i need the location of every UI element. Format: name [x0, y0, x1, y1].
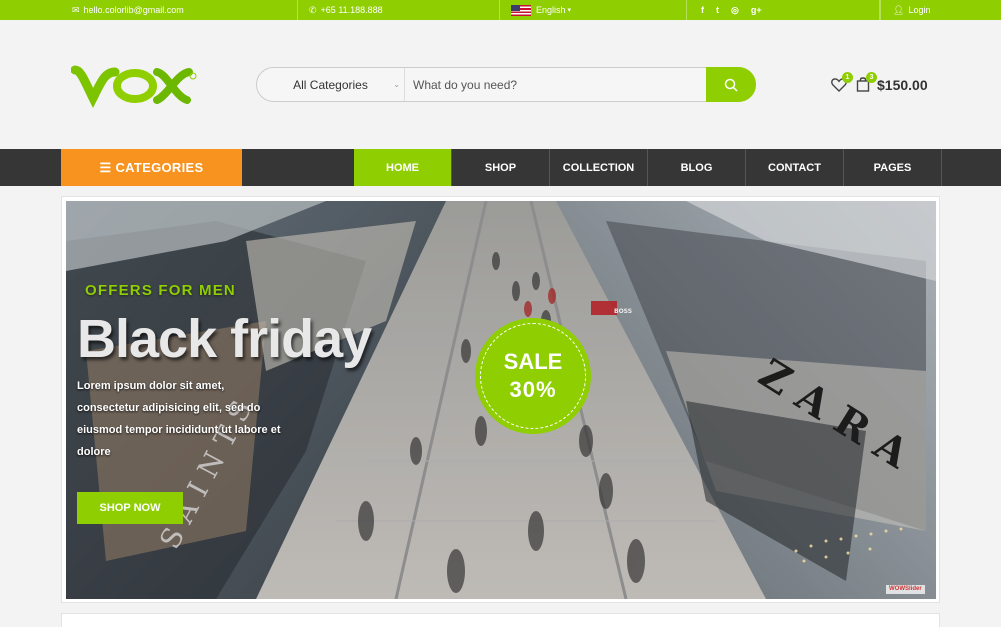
- cart-count-badge: 3: [866, 72, 877, 83]
- search-button[interactable]: [706, 67, 756, 102]
- google-plus-icon[interactable]: g+: [751, 5, 762, 15]
- header: All Categories ⌄ 1 3 $150.00: [0, 20, 1001, 149]
- next-section: [61, 613, 940, 627]
- hero-subtitle: OFFERS FOR MEN: [85, 282, 236, 299]
- nav-menu: HOME SHOP COLLECTION BLOG CONTACT PAGES: [354, 149, 942, 186]
- menu-icon: ☰: [99, 159, 112, 175]
- search-icon: [724, 78, 738, 92]
- email-text: hello.colorlib@gmail.com: [83, 5, 184, 15]
- chevron-down-icon: ⌄: [393, 80, 400, 89]
- nav-item-collection[interactable]: COLLECTION: [550, 149, 648, 186]
- sale-label: SALE: [503, 349, 563, 374]
- us-flag-icon: [511, 4, 531, 16]
- hero-description: Lorem ipsum dolor sit amet, consectetur …: [77, 380, 281, 458]
- cart-total[interactable]: $150.00: [877, 77, 928, 93]
- wishlist-count-badge: 1: [842, 72, 853, 83]
- hero-slider[interactable]: ZARA SAINTS BOSS OFFERS FOR MEN Black fr…: [66, 201, 936, 599]
- instagram-icon[interactable]: ◎: [731, 5, 739, 16]
- categories-label: CATEGORIES: [115, 160, 204, 175]
- site-logo[interactable]: [70, 62, 201, 110]
- main-nav: ☰ CATEGORIES HOME SHOP COLLECTION BLOG C…: [0, 149, 1001, 186]
- slider-watermark: WOWSlider: [886, 585, 925, 594]
- nav-item-shop[interactable]: SHOP: [452, 149, 550, 186]
- shop-now-button[interactable]: SHOP NOW: [77, 492, 183, 524]
- chevron-down-icon: ▾: [567, 7, 572, 14]
- phone-contact[interactable]: ✆ +65 11.188.888: [298, 0, 500, 20]
- phone-text: +65 11.188.888: [320, 5, 383, 15]
- nav-item-pages[interactable]: PAGES: [844, 149, 942, 186]
- sale-badge: SALE 30%: [475, 318, 591, 434]
- user-icon: 👤︎: [893, 4, 905, 15]
- search-input[interactable]: [413, 68, 703, 101]
- categories-button[interactable]: ☰ CATEGORIES: [61, 149, 242, 186]
- nav-item-home[interactable]: HOME: [354, 149, 452, 186]
- search-bar: All Categories ⌄: [256, 67, 756, 102]
- hero-title: Black friday: [77, 309, 372, 369]
- facebook-icon[interactable]: f: [701, 5, 704, 15]
- wishlist-button[interactable]: 1: [831, 72, 853, 93]
- category-select-value: All Categories: [293, 77, 368, 92]
- social-links: f t ◎ g+: [687, 0, 880, 20]
- vox-logo-icon: [70, 65, 197, 109]
- login-label: Login: [908, 5, 931, 15]
- nav-item-contact[interactable]: CONTACT: [746, 149, 844, 186]
- language-label: English: [536, 5, 566, 15]
- cart-button[interactable]: 3: [856, 72, 877, 93]
- top-bar: ✉ hello.colorlib@gmail.com ✆ +65 11.188.…: [0, 0, 1001, 20]
- phone-icon: ✆: [309, 4, 317, 15]
- email-contact[interactable]: ✉ hello.colorlib@gmail.com: [0, 0, 298, 20]
- sale-percent: 30%: [509, 377, 557, 402]
- envelope-icon: ✉: [72, 4, 80, 15]
- twitter-icon[interactable]: t: [716, 5, 719, 15]
- login-link[interactable]: 👤︎ Login: [880, 0, 1001, 20]
- category-select[interactable]: All Categories ⌄: [257, 68, 405, 101]
- nav-item-blog[interactable]: BLOG: [648, 149, 746, 186]
- language-selector[interactable]: English ▾: [500, 0, 687, 20]
